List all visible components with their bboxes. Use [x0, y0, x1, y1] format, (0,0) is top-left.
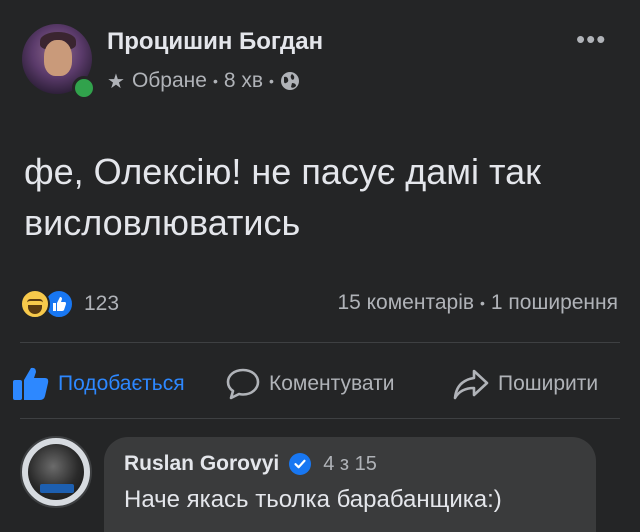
comment-button[interactable]: Коментувати: [225, 364, 394, 404]
stats-separator: •: [480, 295, 485, 312]
comment-button-label: Коментувати: [269, 372, 395, 395]
shares-count-link[interactable]: 1 поширення: [491, 291, 618, 314]
more-options-icon[interactable]: •••: [576, 24, 606, 55]
post-time[interactable]: 8 хв: [224, 69, 263, 93]
meta-separator: •: [269, 73, 274, 89]
haha-reaction-icon: [20, 289, 50, 319]
online-status-dot: [72, 76, 96, 100]
engagement-stats: 15 коментарів • 1 поширення: [337, 291, 618, 315]
divider: [20, 342, 620, 343]
reactions-summary[interactable]: 123: [20, 289, 119, 319]
share-button-label: Поширити: [498, 372, 599, 395]
comment-header: Ruslan Gorovyi 4 з 15: [124, 452, 377, 476]
thumbs-up-icon: [13, 367, 49, 400]
reaction-count: 123: [84, 292, 120, 315]
share-arrow-icon: [453, 369, 489, 400]
meta-separator: •: [212, 73, 218, 89]
verified-badge-icon: [289, 453, 312, 475]
post-audience[interactable]: Обране: [132, 69, 207, 93]
divider: [20, 418, 620, 419]
like-button[interactable]: Подобається: [12, 364, 185, 404]
commenter-badge: 4 з 15: [323, 452, 377, 475]
avatar-face: [44, 40, 72, 76]
star-icon: ★: [107, 70, 125, 93]
post-meta: ★ Обране • 8 хв •: [107, 68, 300, 94]
post-author-name[interactable]: Процишин Богдан: [107, 28, 323, 56]
comment-text: Наче якась тьолка барабанщика:): [124, 486, 502, 513]
comment-icon: [226, 368, 260, 400]
globe-icon[interactable]: [280, 71, 300, 91]
like-button-label: Подобається: [58, 372, 185, 395]
post-text: фе, Олексію! не пасує дамі так висловлюв…: [24, 151, 541, 243]
commenter-name[interactable]: Ruslan Gorovyi: [124, 452, 279, 476]
commenter-avatar[interactable]: [20, 436, 92, 508]
share-button[interactable]: Поширити: [452, 364, 598, 404]
comments-count-link[interactable]: 15 коментарів: [337, 291, 474, 314]
